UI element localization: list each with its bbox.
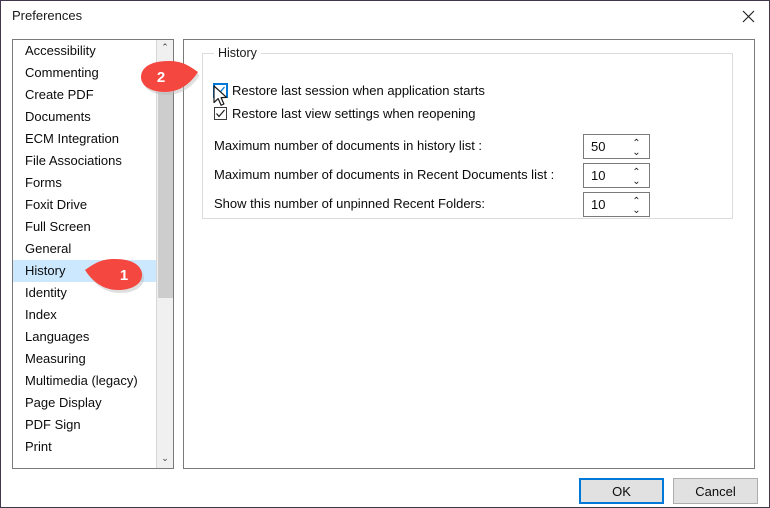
close-icon bbox=[742, 10, 754, 22]
sidebar-item-full-screen[interactable]: Full Screen bbox=[13, 216, 156, 238]
category-list[interactable]: Accessibility Commenting Create PDF Documen… bbox=[12, 39, 174, 469]
checkmark-icon bbox=[216, 109, 225, 117]
restore-last-session-checkbox[interactable] bbox=[213, 82, 228, 98]
sidebar-item-documents[interactable]: Documents bbox=[13, 106, 156, 128]
restore-last-session-label: Restore last session when application st… bbox=[232, 82, 485, 98]
field-row-max-recent-documents: Maximum number of documents in Recent Do… bbox=[214, 163, 721, 189]
sidebar-item-history[interactable]: History bbox=[13, 260, 156, 282]
checkbox-row-restore-last-view-settings[interactable]: Restore last view settings when reopenin… bbox=[214, 104, 476, 122]
sidebar-item-page-display[interactable]: Page Display bbox=[13, 392, 156, 414]
max-recent-documents-label: Maximum number of documents in Recent Do… bbox=[214, 167, 555, 182]
ok-button-label: OK bbox=[612, 483, 631, 499]
sidebar-item-file-associations[interactable]: File Associations bbox=[13, 150, 156, 172]
spinner-down-icon[interactable]: ⌄ bbox=[632, 205, 640, 215]
unpinned-recent-folders-value[interactable]: 10 bbox=[591, 197, 605, 212]
sidebar-item-print[interactable]: Print bbox=[13, 436, 156, 458]
sidebar-item-multimedia-legacy[interactable]: Multimedia (legacy) bbox=[13, 370, 156, 392]
field-row-unpinned-recent-folders: Show this number of unpinned Recent Fold… bbox=[214, 192, 721, 218]
max-history-value[interactable]: 50 bbox=[591, 139, 605, 154]
restore-last-view-settings-label: Restore last view settings when reopenin… bbox=[232, 105, 476, 121]
max-recent-documents-spinner-arrows[interactable]: ⌃ ⌄ bbox=[630, 166, 643, 187]
field-row-max-history: Maximum number of documents in history l… bbox=[214, 134, 721, 160]
checkbox-row-restore-last-session[interactable]: Restore last session when application st… bbox=[213, 81, 485, 99]
sidebar-item-pdf-sign[interactable]: PDF Sign bbox=[13, 414, 156, 436]
sidebar-item-forms[interactable]: Forms bbox=[13, 172, 156, 194]
scrollbar-down-button[interactable]: ⌄ bbox=[157, 451, 173, 468]
category-list-scrollbar[interactable]: ⌃ ⌄ bbox=[156, 40, 173, 468]
sidebar-item-general[interactable]: General bbox=[13, 238, 156, 260]
max-recent-documents-value[interactable]: 10 bbox=[591, 168, 605, 183]
chevron-up-icon: ⌃ bbox=[161, 43, 169, 53]
sidebar-item-accessibility[interactable]: Accessibility bbox=[13, 40, 156, 62]
max-recent-documents-spinner[interactable]: 10 ⌃ ⌄ bbox=[583, 163, 650, 188]
cancel-button[interactable]: Cancel bbox=[673, 478, 758, 504]
unpinned-recent-folders-label: Show this number of unpinned Recent Fold… bbox=[214, 196, 485, 211]
sidebar-item-ecm-integration[interactable]: ECM Integration bbox=[13, 128, 156, 150]
unpinned-recent-folders-spinner-arrows[interactable]: ⌃ ⌄ bbox=[630, 195, 643, 216]
content-panel: History Restore last session when applic… bbox=[183, 39, 755, 469]
max-history-spinner[interactable]: 50 ⌃ ⌄ bbox=[583, 134, 650, 159]
sidebar-item-foxit-drive[interactable]: Foxit Drive bbox=[13, 194, 156, 216]
title-bar: Preferences bbox=[1, 1, 769, 32]
close-button[interactable] bbox=[725, 1, 769, 31]
chevron-down-icon: ⌄ bbox=[161, 454, 169, 464]
scrollbar-thumb[interactable] bbox=[158, 92, 173, 298]
unpinned-recent-folders-spinner[interactable]: 10 ⌃ ⌄ bbox=[583, 192, 650, 217]
max-history-label: Maximum number of documents in history l… bbox=[214, 138, 483, 153]
sidebar-item-identity[interactable]: Identity bbox=[13, 282, 156, 304]
max-history-spinner-arrows[interactable]: ⌃ ⌄ bbox=[630, 137, 643, 158]
window-title: Preferences bbox=[12, 8, 83, 23]
preferences-dialog: Preferences Accessibility Commenting Creat… bbox=[0, 0, 770, 508]
sidebar-item-commenting[interactable]: Commenting bbox=[13, 62, 156, 84]
sidebar-item-create-pdf[interactable]: Create PDF bbox=[13, 84, 156, 106]
category-list-items: Accessibility Commenting Create PDF Documen… bbox=[13, 40, 156, 458]
ok-button[interactable]: OK bbox=[579, 478, 664, 504]
sidebar-item-index[interactable]: Index bbox=[13, 304, 156, 326]
spinner-down-icon[interactable]: ⌄ bbox=[632, 176, 640, 186]
spinner-down-icon[interactable]: ⌄ bbox=[632, 147, 640, 157]
history-group-box: History Restore last session when applic… bbox=[202, 46, 733, 219]
checkmark-icon bbox=[216, 86, 225, 95]
restore-last-view-settings-checkbox[interactable] bbox=[214, 106, 227, 120]
cancel-button-label: Cancel bbox=[695, 483, 736, 499]
sidebar-item-measuring[interactable]: Measuring bbox=[13, 348, 156, 370]
history-group-title: History bbox=[214, 46, 261, 61]
scrollbar-up-button[interactable]: ⌃ bbox=[157, 40, 173, 57]
sidebar-item-languages[interactable]: Languages bbox=[13, 326, 156, 348]
